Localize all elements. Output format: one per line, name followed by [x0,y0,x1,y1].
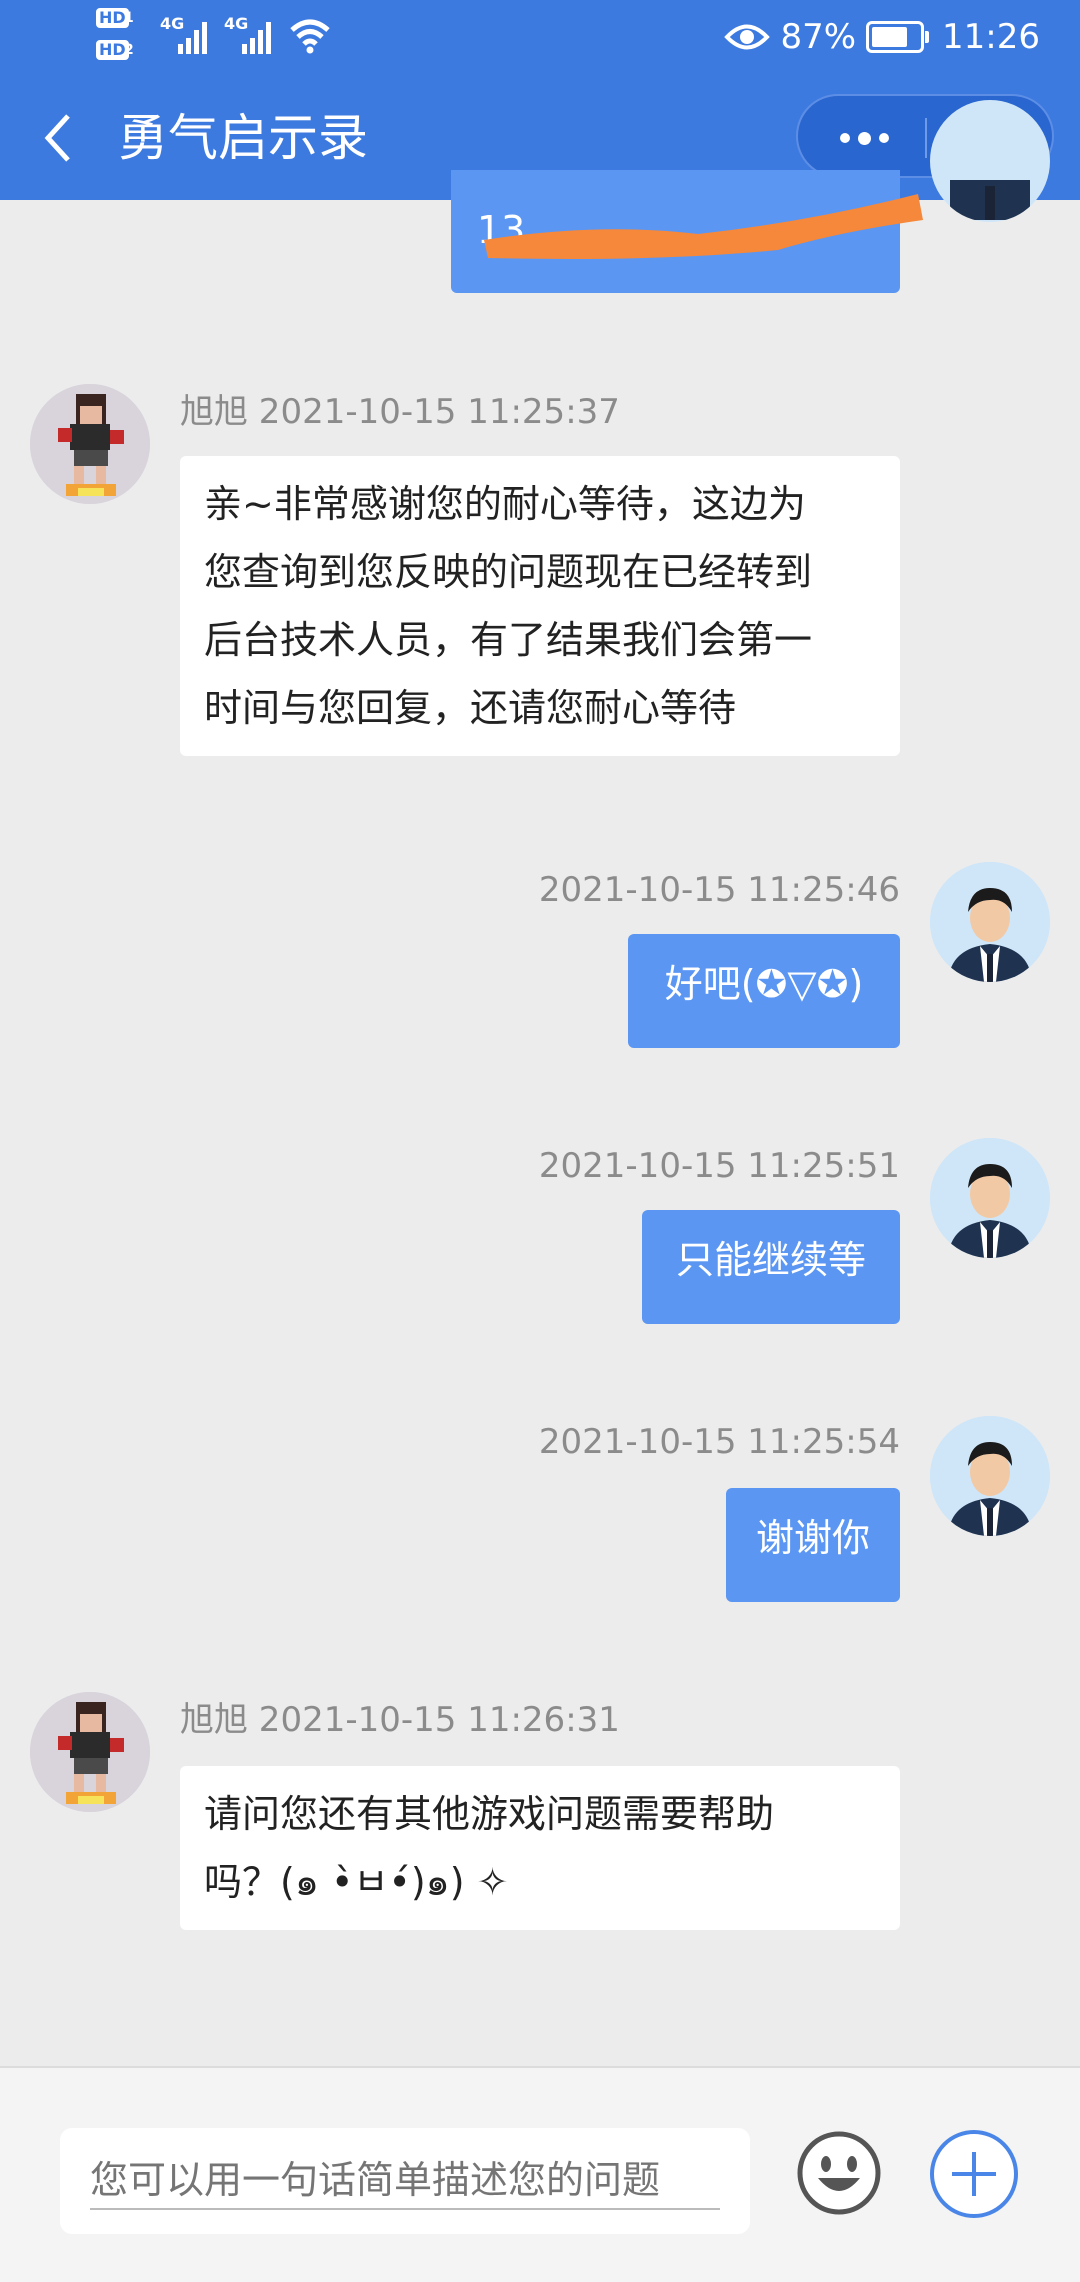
message-timestamp: 旭旭 2021-10-15 11:26:31 [180,1700,620,1740]
eye-comfort-icon [724,24,771,50]
message-line: 亲~非常感谢您的耐心等待，这边为 [204,482,806,526]
smiley-icon[interactable] [796,2130,882,2216]
redaction-scribble [484,194,923,259]
more-dots-icon[interactable] [824,118,904,158]
message-timestamp: 2021-10-15 11:25:46 [538,870,900,910]
battery-level-fill [872,27,907,47]
message-line: 请问您还有其他游戏问题需要帮助 [204,1792,775,1836]
message-line: 吗？(๑ •̀ㅂ•́)๑) ✧ [204,1860,509,1904]
message-bubble-agent: 亲~非常感谢您的耐心等待，这边为 您查询到您反映的问题现在已经转到 后台技术人员… [180,456,900,756]
clock-time: 11:26 [942,17,1040,57]
battery-percent: 87% [780,17,857,57]
agent-avatar[interactable] [30,384,150,504]
signal-strength-icon [178,22,207,54]
message-input[interactable] [88,2146,732,2214]
user-avatar[interactable] [930,1138,1050,1258]
message-line: 您查询到您反映的问题现在已经转到 [204,550,813,594]
plus-circle-icon[interactable] [928,2128,1020,2220]
message-bubble-agent: 请问您还有其他游戏问题需要帮助 吗？(๑ •̀ㅂ•́)๑) ✧ [180,1766,900,1930]
message-bubble-user: 只能继续等 [642,1210,900,1324]
message-timestamp: 2021-10-15 11:25:51 [538,1146,900,1186]
message-text: 只能继续等 [675,1238,866,1282]
message-bubble-user: 好吧(✪▽✪) [628,934,900,1048]
message-text: 谢谢你 [755,1516,870,1560]
message-line: 后台技术人员，有了结果我们会第一 [204,618,813,662]
agent-avatar[interactable] [30,1692,150,1812]
capsule-divider [925,118,927,158]
page-title: 勇气启示录 [118,109,368,167]
input-underline [90,2208,720,2210]
signal-strength-icon [242,22,271,54]
wifi-icon [290,19,330,54]
chevron-left-icon[interactable] [38,108,78,168]
message-timestamp: 旭旭 2021-10-15 11:25:37 [180,392,620,432]
message-text: 好吧(✪▽✪) [664,962,864,1006]
user-avatar-partial[interactable] [930,100,1050,222]
user-avatar[interactable] [930,862,1050,982]
message-line: 时间与您回复，还请您耐心等待 [204,686,737,730]
status-bar-right: 87% 11:26 [724,12,1040,62]
message-input-container [60,2128,750,2234]
message-timestamp: 2021-10-15 11:25:54 [538,1422,900,1462]
sim1-index: 1 [124,10,134,26]
status-bar-signals: HD HD 1 2 4G 4G [96,6,336,68]
battery-icon [866,21,930,53]
message-bubble-user: 谢谢你 [726,1488,900,1602]
sim2-index: 2 [124,42,134,58]
user-avatar[interactable] [930,1416,1050,1536]
